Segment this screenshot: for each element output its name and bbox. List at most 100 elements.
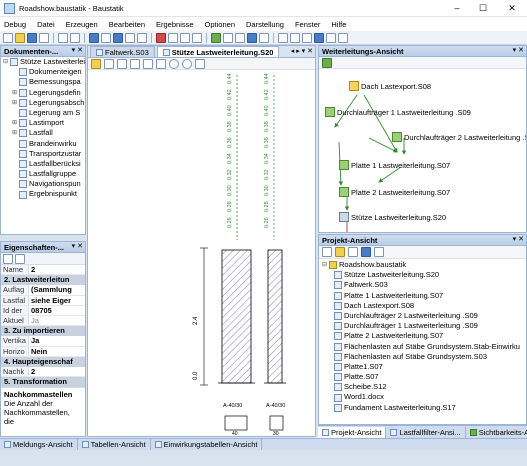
tree-item[interactable]: Navigationspun xyxy=(1,179,85,189)
tab-faltwerk[interactable]: Faltwerk.S03 xyxy=(90,46,155,57)
panel-controls[interactable]: ▾ ✕ xyxy=(513,46,524,54)
minimize-button[interactable]: – xyxy=(444,0,470,16)
menu-fenster[interactable]: Fenster xyxy=(295,20,320,29)
project-item[interactable]: Platte 1 Lastweiterleitung.S07 xyxy=(334,291,526,301)
undo-icon[interactable] xyxy=(58,32,68,43)
project-item[interactable]: Fundament Lastweiterleitung.S17 xyxy=(334,403,526,413)
tree-item[interactable]: ⊞ Lastimport xyxy=(1,118,85,128)
project-item[interactable]: Flächenlasten auf Stäbe Grundsystem.S03 xyxy=(334,352,526,362)
menu-bearbeiten[interactable]: Bearbeiten xyxy=(109,20,145,29)
project-item[interactable]: Durchlaufträger 1 Lastweiterleitung .S09 xyxy=(334,321,526,331)
project-item[interactable]: Platte 2 Lastweiterleitung.S07 xyxy=(334,331,526,341)
table-icon[interactable] xyxy=(125,32,135,43)
tree-item[interactable]: ⊟Stütze Lastweiterleitung xyxy=(1,57,85,67)
tree-item[interactable]: Ergebnispunkt xyxy=(1,189,85,199)
maximize-button[interactable]: ☐ xyxy=(470,0,496,16)
list-icon[interactable] xyxy=(235,32,245,43)
tree-item[interactable]: Dokumenteigen xyxy=(1,67,85,77)
tree-item[interactable]: ⊞ Legerungsdefin xyxy=(1,88,85,98)
properties-icon[interactable] xyxy=(348,247,358,257)
open-icon[interactable] xyxy=(15,32,25,43)
sort-categories-icon[interactable] xyxy=(3,253,13,264)
zoom-out-icon[interactable] xyxy=(143,58,153,69)
menu-erzeugen[interactable]: Erzeugen xyxy=(66,20,98,29)
refresh-icon[interactable] xyxy=(322,57,332,68)
panel-controls[interactable]: ▾ ✕ xyxy=(72,242,83,250)
delete-icon[interactable] xyxy=(156,32,166,43)
copy-icon[interactable] xyxy=(180,32,190,43)
tree-item[interactable]: Brandeinwirku xyxy=(1,139,85,149)
drawing-canvas[interactable]: 0.44 0.42 0.40 0.38 0.36 0.34 0.32 0.30 0.28 0.26… xyxy=(88,70,315,436)
paste-icon[interactable] xyxy=(192,32,202,43)
tree-item[interactable]: ⊞ Lastfall xyxy=(1,128,85,138)
property-category[interactable]: 2. Lastweiterleitun xyxy=(1,275,85,286)
menu-ergebnisse[interactable]: Ergebnisse xyxy=(156,20,194,29)
panel-controls[interactable]: ▾ ✕ xyxy=(72,46,83,54)
project-item[interactable]: Word1.docx xyxy=(334,392,526,402)
tab-tabellen[interactable]: Tabellen-Ansicht xyxy=(78,439,151,450)
save-icon[interactable] xyxy=(27,32,37,43)
close-button[interactable]: ✕ xyxy=(497,0,527,16)
property-row[interactable]: Aktuel Ja xyxy=(1,315,85,327)
document-icon[interactable] xyxy=(89,32,99,43)
tab-projekt[interactable]: Projekt-Ansicht xyxy=(318,426,387,438)
tree-item[interactable]: Lastfallberücksi xyxy=(1,159,85,169)
project-item[interactable]: Flächenlasten auf Stäbe Grundsystem.Stab… xyxy=(334,342,526,352)
graph-node[interactable]: Dach Lastexport.S08 xyxy=(349,81,431,91)
graph-node[interactable]: Stütze Lastweiterleitung.S20 xyxy=(339,212,446,222)
pan-icon[interactable] xyxy=(130,58,140,69)
page-icon[interactable] xyxy=(101,32,111,43)
graph-node[interactable]: Durchlaufträger 1 Lastweiterleitung .S09 xyxy=(325,107,471,117)
property-row[interactable]: Auflag (Sammlung xyxy=(1,285,85,296)
project-item[interactable]: Durchlaufträger 2 Lastweiterleitung .S09 xyxy=(334,311,526,321)
view-icon[interactable] xyxy=(247,32,257,43)
panel-controls[interactable]: ▾ ✕ xyxy=(513,235,524,243)
filter-icon[interactable] xyxy=(302,32,312,43)
project-item[interactable]: Scheibe.S12 xyxy=(334,382,526,392)
zoom-in-icon[interactable] xyxy=(117,58,127,69)
menu-debug[interactable]: Debug xyxy=(4,20,26,29)
tab-meldungen[interactable]: Meldungs-Ansicht xyxy=(0,439,78,450)
property-category[interactable]: 5. Transformation xyxy=(1,377,85,388)
menu-darstellung[interactable]: Darstellung xyxy=(246,20,284,29)
property-row[interactable]: Name 2 xyxy=(1,265,85,276)
graph-node[interactable]: Durchlaufträger 2 Lastweiterleitung .S09 xyxy=(392,132,526,142)
word-icon[interactable] xyxy=(361,247,371,257)
sort-icon[interactable] xyxy=(374,247,384,257)
menu-optionen[interactable]: Optionen xyxy=(205,20,235,29)
grid-icon[interactable] xyxy=(137,32,147,43)
property-row[interactable]: Vertika Ja xyxy=(1,336,85,347)
menu-hilfe[interactable]: Hilfe xyxy=(331,20,346,29)
tree-item[interactable]: ⊞ Legerungsabschni xyxy=(1,98,85,108)
project-item[interactable]: Platte.S07 xyxy=(334,372,526,382)
project-item[interactable]: Platte1.S07 xyxy=(334,362,526,372)
select-icon[interactable] xyxy=(91,58,101,69)
tree-item[interactable]: Bemessungspa xyxy=(1,77,85,87)
property-row[interactable]: Id der 08705 xyxy=(1,305,85,316)
label-icon[interactable] xyxy=(290,32,300,43)
view-icon[interactable] xyxy=(195,58,205,69)
help-icon[interactable] xyxy=(338,32,348,43)
tree-item[interactable]: Legerung am S xyxy=(1,108,85,118)
settings-icon[interactable] xyxy=(314,32,324,43)
property-row[interactable]: Horizo Nein xyxy=(1,346,85,357)
property-row[interactable]: Nachk 2 xyxy=(1,366,85,378)
tab-sichtbarkeit[interactable]: Sichtbarkeits-Ansi... xyxy=(466,427,527,438)
tree-item[interactable]: Lastfallgruppe xyxy=(1,169,85,179)
tab-lastfallfilter[interactable]: Lastfallfilter-Ansi... xyxy=(386,426,466,438)
zoom-fit-icon[interactable] xyxy=(156,58,166,69)
menu-datei[interactable]: Datei xyxy=(37,20,55,29)
property-category[interactable]: 4. Haupteigenschaf xyxy=(1,356,85,367)
sort-alpha-icon[interactable] xyxy=(15,253,25,264)
folder-icon[interactable] xyxy=(335,247,345,257)
back-icon[interactable] xyxy=(169,58,179,69)
project-item[interactable]: Faltwerk.S03 xyxy=(334,280,526,290)
project-item[interactable]: Dach Lastexport.S08 xyxy=(334,301,526,311)
tab-controls[interactable]: ◂ ▸ ▾ ✕ xyxy=(291,47,313,55)
property-category[interactable]: 3. Zu importieren xyxy=(1,326,85,337)
check-icon[interactable] xyxy=(223,32,233,43)
calc-icon[interactable] xyxy=(211,32,221,43)
tab-einwirkungstabellen[interactable]: Einwirkungstabellen-Ansicht xyxy=(151,439,263,450)
export-icon[interactable] xyxy=(259,32,269,43)
function-icon[interactable] xyxy=(326,32,336,43)
